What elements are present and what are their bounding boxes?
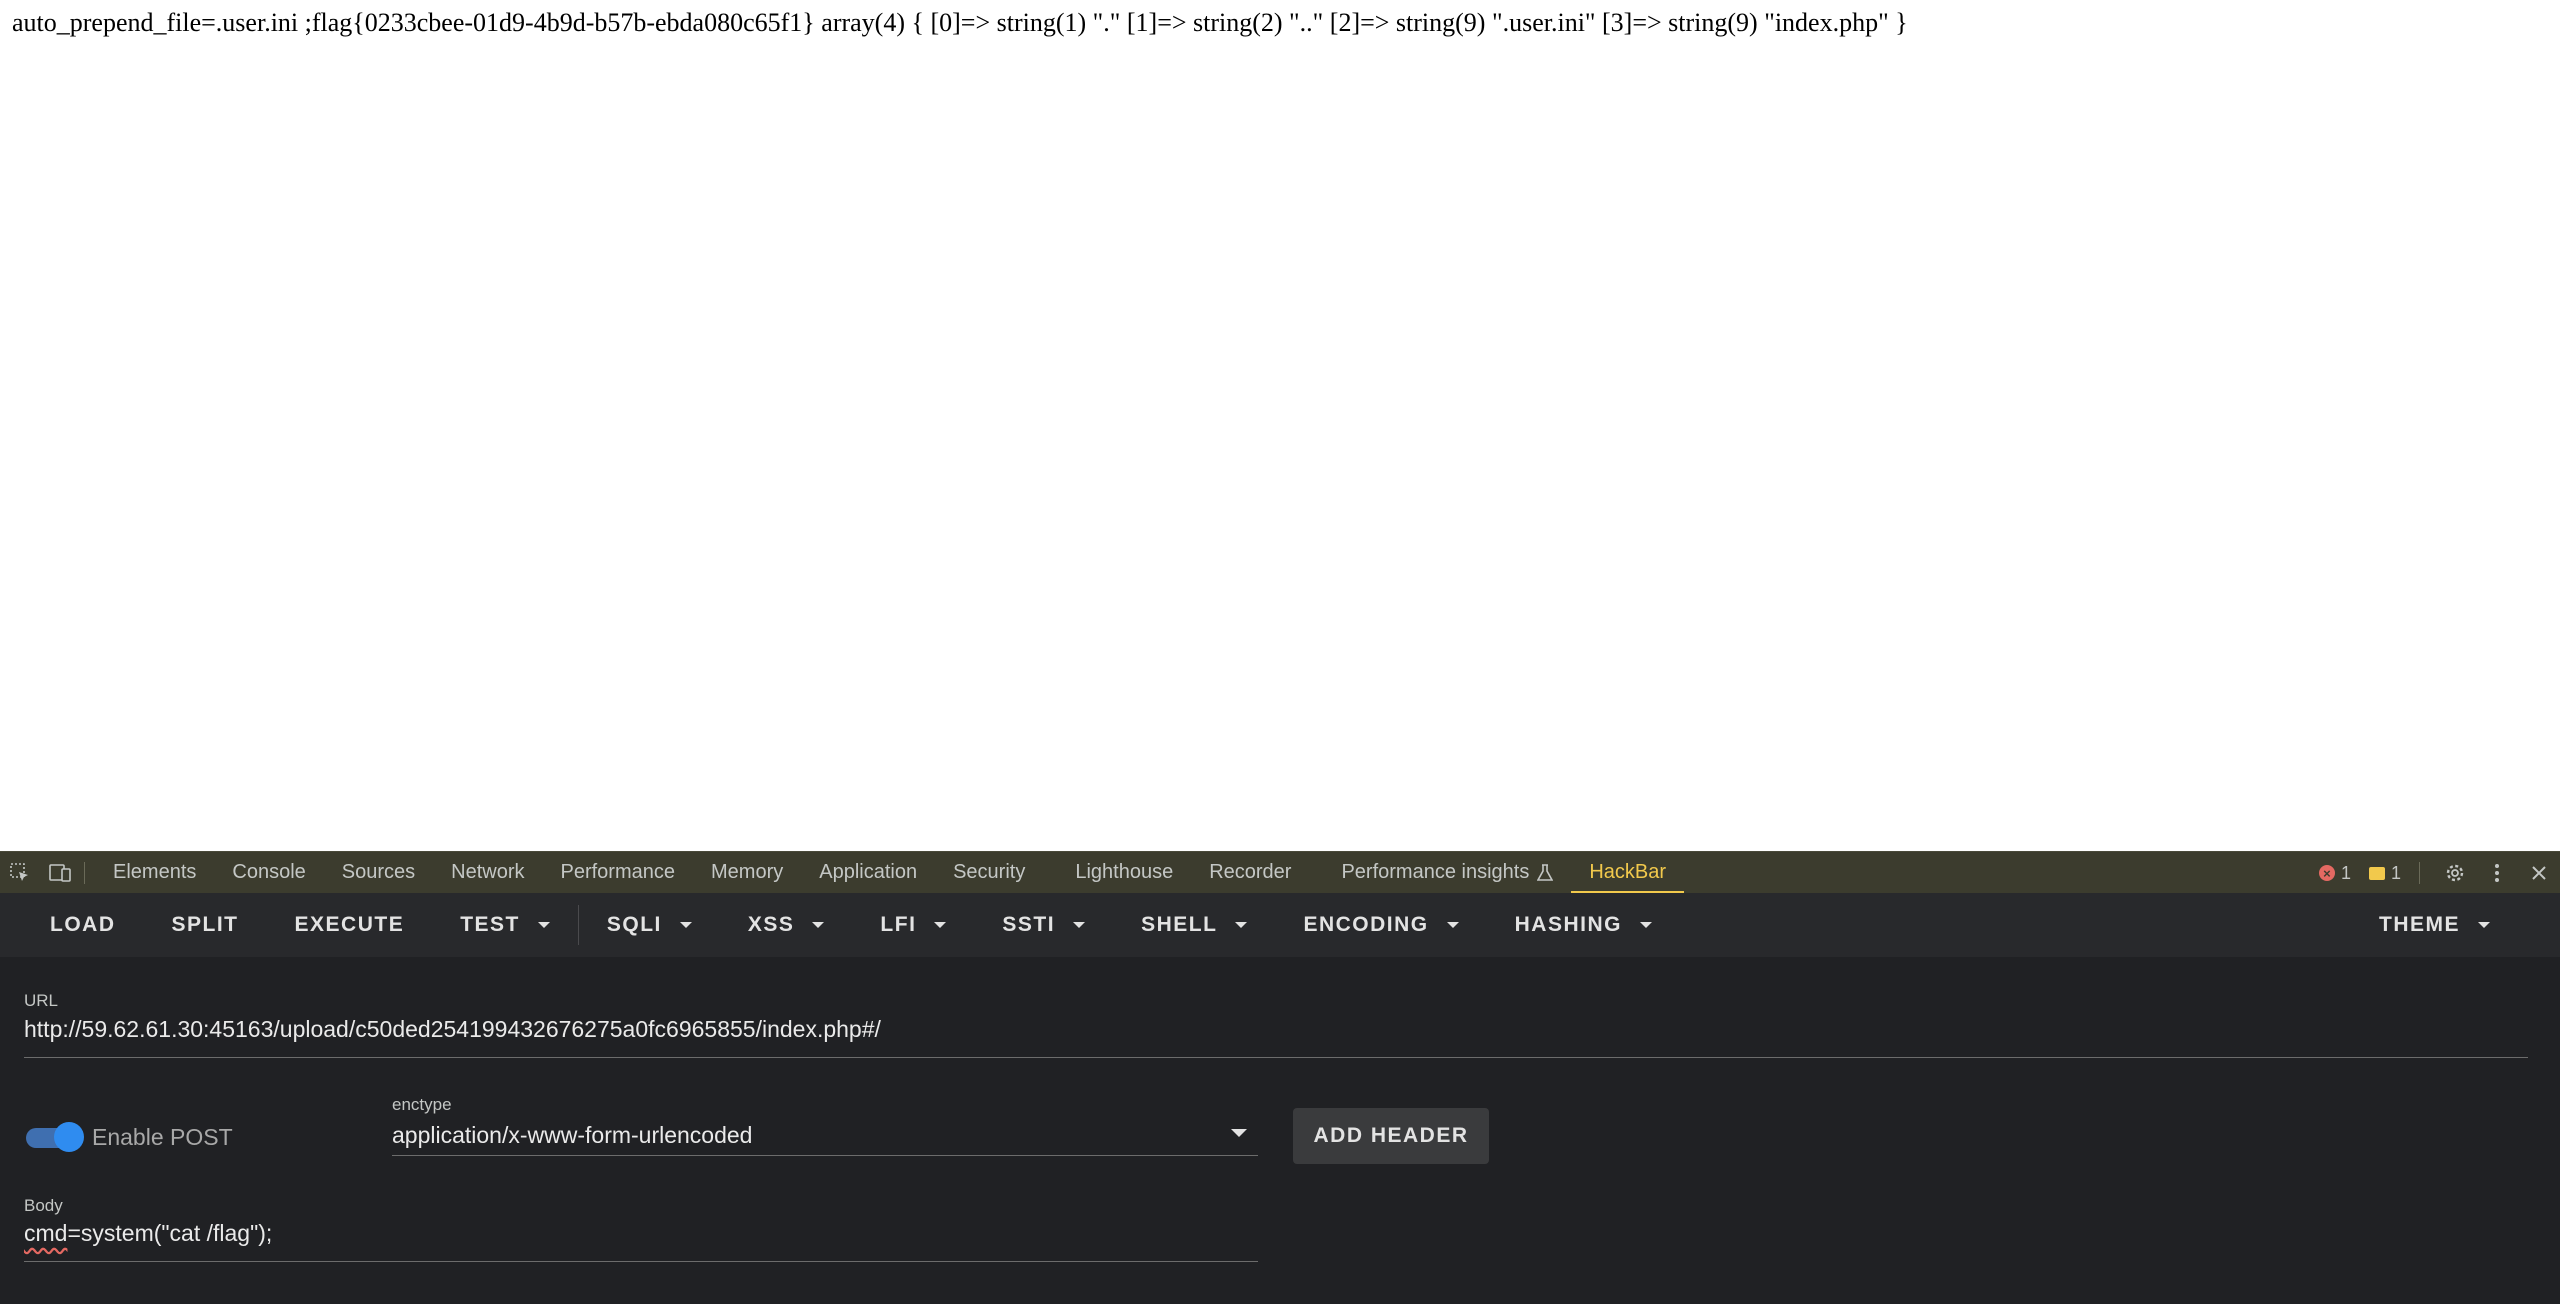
message-icon xyxy=(2368,866,2385,880)
split-button[interactable]: SPLIT xyxy=(144,893,267,957)
caret-down-icon xyxy=(1446,922,1459,928)
more-vert-icon[interactable] xyxy=(2476,852,2518,894)
hashing-label: HASHING xyxy=(1514,913,1622,936)
tab-console[interactable]: Console xyxy=(214,852,323,894)
ssti-label: SSTI xyxy=(1002,913,1056,936)
toolbar-separator xyxy=(84,861,85,884)
right-separator xyxy=(2419,862,2420,884)
error-badge[interactable]: × 1 xyxy=(2318,862,2351,884)
inspect-element-icon[interactable] xyxy=(0,852,40,894)
toggle-knob xyxy=(54,1122,84,1152)
xss-label: XSS xyxy=(747,913,795,936)
execute-button[interactable]: EXECUTE xyxy=(267,893,433,957)
hashing-menu-button[interactable]: HASHING xyxy=(1487,893,1680,957)
theme-label: THEME xyxy=(2379,913,2460,936)
caret-down-icon xyxy=(679,922,692,928)
error-count: 1 xyxy=(2340,862,2351,883)
body-param-name: cmd xyxy=(24,1220,68,1246)
sqli-label: SQLI xyxy=(606,913,662,936)
caret-down-icon xyxy=(1073,922,1086,928)
xss-menu-button[interactable]: XSS xyxy=(720,893,853,957)
tab-performance-insights-label: Performance insights xyxy=(1341,861,1530,883)
url-label: URL xyxy=(24,991,59,1010)
caret-down-icon xyxy=(812,922,825,928)
flask-icon xyxy=(1537,863,1554,882)
page-output-text: auto_prepend_file=.user.ini ;flag{0233cb… xyxy=(12,8,1908,37)
url-underline xyxy=(24,1057,2528,1058)
ssti-menu-button[interactable]: SSTI xyxy=(974,893,1113,957)
sqli-menu-button[interactable]: SQLI xyxy=(579,893,720,957)
error-icon: × xyxy=(2318,865,2335,881)
test-menu-button[interactable]: TEST xyxy=(432,893,578,957)
caret-down-icon xyxy=(537,922,550,928)
add-header-button[interactable]: ADD HEADER xyxy=(1293,1108,1489,1164)
tab-recorder[interactable]: Recorder xyxy=(1191,852,1323,894)
tab-performance-insights[interactable]: Performance insights xyxy=(1323,852,1571,894)
load-button[interactable]: LOAD xyxy=(22,893,144,957)
devtools-right-controls: × 1 1 xyxy=(2318,852,2560,894)
body-param-value: =system("cat /flag"); xyxy=(67,1220,273,1246)
tab-hackbar[interactable]: HackBar xyxy=(1571,852,1685,894)
tab-memory[interactable]: Memory xyxy=(693,852,801,894)
shell-menu-button[interactable]: SHELL xyxy=(1113,893,1275,957)
tab-lighthouse[interactable]: Lighthouse xyxy=(1057,852,1191,894)
enctype-underline xyxy=(392,1155,1258,1156)
encoding-menu-button[interactable]: ENCODING xyxy=(1275,893,1486,957)
message-badge[interactable]: 1 xyxy=(2368,862,2401,884)
body-textarea[interactable]: cmd=system("cat /flag"); xyxy=(24,1220,272,1247)
test-label: TEST xyxy=(460,913,520,936)
tab-application[interactable]: Application xyxy=(801,852,935,894)
enable-post-label: Enable POST xyxy=(92,1124,233,1150)
devtools-panel: Elements Console Sources Network Perform… xyxy=(0,851,2560,1304)
gear-icon[interactable] xyxy=(2434,852,2476,894)
caret-down-icon xyxy=(1235,922,1248,928)
close-icon[interactable] xyxy=(2518,852,2560,894)
theme-menu-button[interactable]: THEME xyxy=(2351,893,2518,957)
encoding-label: ENCODING xyxy=(1303,913,1429,936)
chevron-down-icon xyxy=(1231,1129,1247,1137)
body-label: Body xyxy=(24,1196,63,1215)
tab-network[interactable]: Network xyxy=(433,852,542,894)
tab-performance[interactable]: Performance xyxy=(543,852,694,894)
enctype-label: enctype xyxy=(392,1095,452,1114)
hackbar-toolbar: LOAD SPLIT EXECUTE TEST SQLI XSS LFI SST… xyxy=(0,893,2560,957)
message-count: 1 xyxy=(2390,862,2401,883)
body-underline xyxy=(24,1261,1258,1262)
caret-down-icon xyxy=(934,922,947,928)
tab-security[interactable]: Security xyxy=(935,852,1057,894)
devtools-tabbar: Elements Console Sources Network Perform… xyxy=(0,851,2560,894)
enable-post-toggle[interactable] xyxy=(26,1122,84,1152)
caret-down-icon xyxy=(1639,922,1652,928)
tab-sources[interactable]: Sources xyxy=(324,852,433,894)
shell-label: SHELL xyxy=(1141,913,1218,936)
lfi-label: LFI xyxy=(880,913,917,936)
caret-down-icon xyxy=(2478,922,2490,928)
lfi-menu-button[interactable]: LFI xyxy=(852,893,974,957)
url-input[interactable]: http://59.62.61.30:45163/upload/c50ded25… xyxy=(24,1016,881,1043)
enctype-select[interactable]: application/x-www-form-urlencoded xyxy=(392,1122,752,1149)
device-toolbar-icon[interactable] xyxy=(40,852,80,894)
tab-elements[interactable]: Elements xyxy=(95,852,214,894)
page-content: auto_prepend_file=.user.ini ;flag{0233cb… xyxy=(0,0,2560,851)
